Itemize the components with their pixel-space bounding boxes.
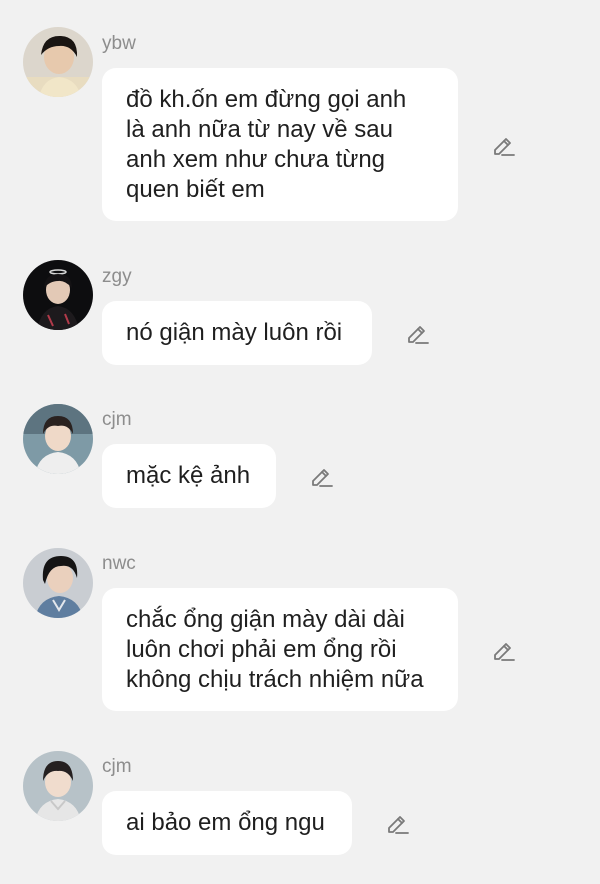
message-bubble[interactable]: mặc kệ ảnh xyxy=(102,444,276,508)
message-text: ai bảo em ổng ngu xyxy=(126,809,325,836)
avatar-ybw[interactable] xyxy=(23,27,93,97)
message-text: không chịu trách nhiệm nữa xyxy=(126,666,424,693)
sender-name: cjm xyxy=(102,409,132,430)
pencil-icon[interactable] xyxy=(490,637,516,663)
message-text: đồ kh.ốn em đừng gọi anh xyxy=(126,86,407,113)
sender-name: nwc xyxy=(102,553,136,574)
chat-log: ybw đồ kh.ốn em đừng gọi anh là anh nữa … xyxy=(0,0,600,884)
avatar-zgy[interactable] xyxy=(23,260,93,330)
message-text: là anh nữa từ nay về sau xyxy=(126,116,393,143)
sender-name: cjm xyxy=(102,756,132,777)
message-bubble[interactable]: nó giận mày luôn rồi xyxy=(102,301,372,365)
avatar-cjm[interactable] xyxy=(23,404,93,474)
avatar-nwc[interactable] xyxy=(23,548,93,618)
pencil-icon[interactable] xyxy=(384,810,410,836)
message-text: chắc ổng giận mày dài dài xyxy=(126,606,405,633)
pencil-icon[interactable] xyxy=(404,320,430,346)
message-bubble[interactable]: ai bảo em ổng ngu xyxy=(102,791,352,855)
message-text: luôn chơi phải em ổng rồi xyxy=(126,636,397,663)
avatar-cjm[interactable] xyxy=(23,751,93,821)
pencil-icon[interactable] xyxy=(308,463,334,489)
message-text: mặc kệ ảnh xyxy=(126,462,251,489)
message-text: nó giận mày luôn rồi xyxy=(126,319,343,346)
message-bubble[interactable]: đồ kh.ốn em đừng gọi anh là anh nữa từ n… xyxy=(102,68,458,221)
pencil-icon[interactable] xyxy=(490,132,516,158)
message-text: quen biết em xyxy=(126,176,265,203)
message-bubble[interactable]: chắc ổng giận mày dài dài luôn chơi phải… xyxy=(102,588,458,711)
sender-name: zgy xyxy=(102,266,132,287)
sender-name: ybw xyxy=(102,33,136,54)
message-text: anh xem như chưa từng xyxy=(126,146,386,173)
